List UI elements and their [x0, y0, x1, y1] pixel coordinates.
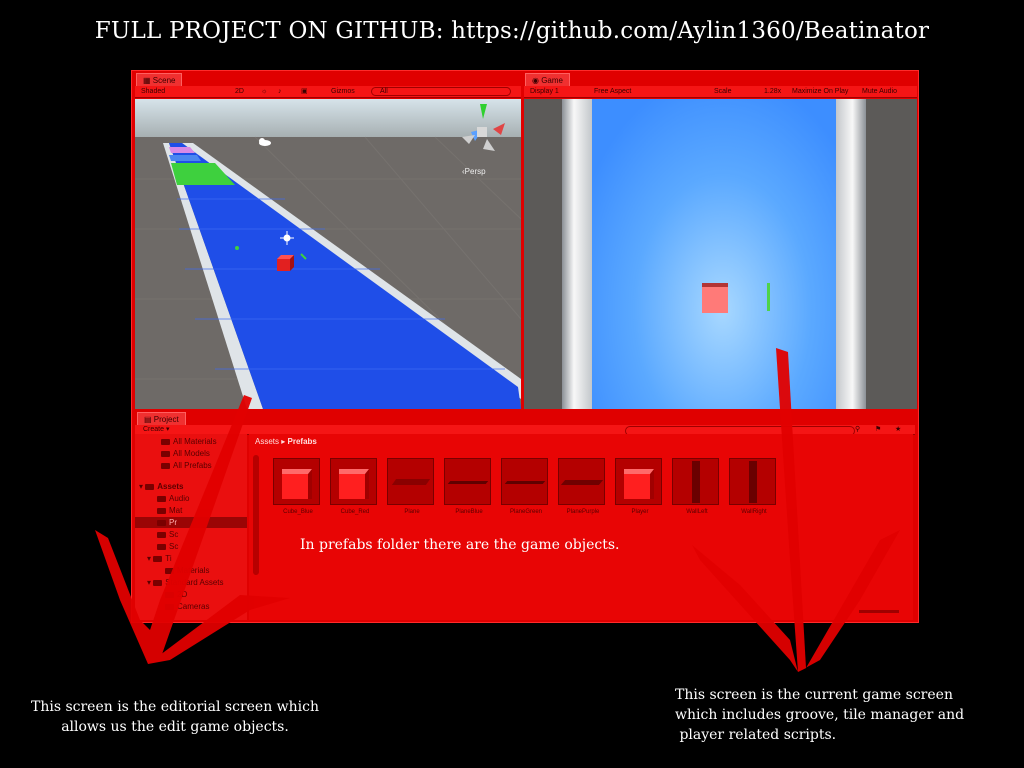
- red-brush-arrow-icon: [95, 348, 900, 672]
- game-note-line3: player related scripts.: [675, 727, 837, 743]
- prefabs-note: In prefabs folder there are the game obj…: [300, 537, 620, 553]
- game-note-line2: which includes groove, tile manager and: [675, 707, 965, 723]
- game-note: This screen is the current game screen w…: [675, 685, 1015, 745]
- editor-note-line1: This screen is the editorial screen whic…: [30, 699, 320, 715]
- editor-note-line2: allows us the edit game objects.: [61, 719, 289, 735]
- editor-note: This screen is the editorial screen whic…: [10, 697, 340, 737]
- game-note-line1: This screen is the current game screen: [675, 687, 953, 703]
